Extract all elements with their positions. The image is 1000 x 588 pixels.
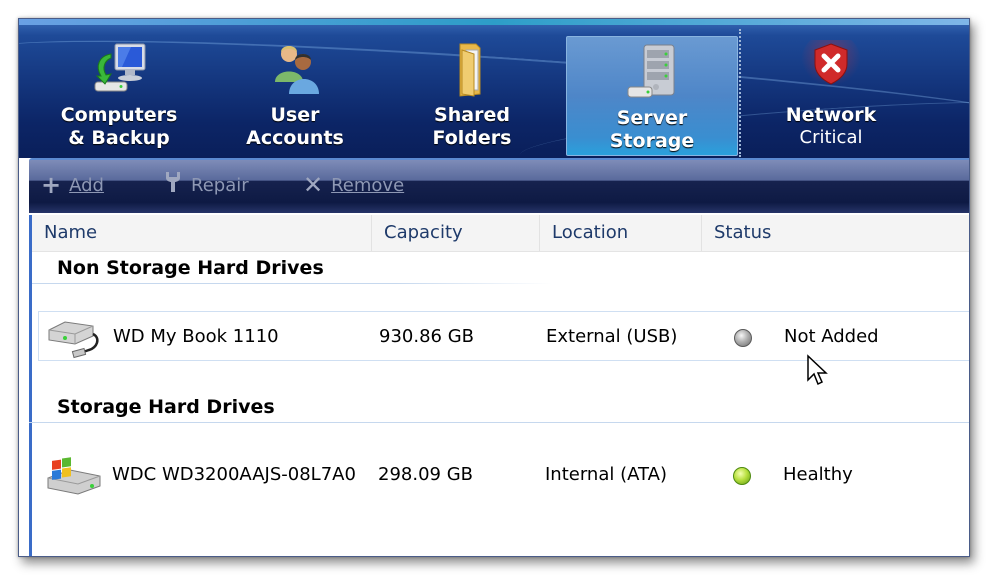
repair-button[interactable]: Repair <box>163 172 249 198</box>
remove-label: Remove <box>331 174 405 196</box>
drive-name: WD My Book 1110 <box>113 326 279 347</box>
plus-icon: + <box>41 171 62 199</box>
windows-internal-drive-icon <box>47 457 101 495</box>
tab-label: Shared <box>434 104 510 126</box>
column-header-location[interactable]: Location <box>540 215 702 251</box>
tab-label: Network <box>785 104 877 126</box>
drive-location: External (USB) <box>546 326 678 347</box>
group-divider <box>29 422 969 423</box>
tab-label: & Backup <box>68 127 170 149</box>
table-row[interactable]: WDC WD3200AAJS-08L7A0 298.09 GB Internal… <box>38 450 969 500</box>
tab-label: Server <box>616 107 688 129</box>
users-icon <box>275 46 319 94</box>
drive-capacity: 298.09 GB <box>378 464 474 485</box>
server-icon <box>627 44 675 98</box>
drive-capacity: 930.86 GB <box>379 326 475 347</box>
drive-location: Internal (ATA) <box>545 464 667 485</box>
status-indicator-icon <box>733 467 751 485</box>
tab-label: Computers <box>60 104 178 126</box>
tab-label: Storage <box>609 130 695 152</box>
nav-separator <box>739 29 741 157</box>
wrench-icon <box>163 171 183 199</box>
tab-label: User <box>270 104 320 126</box>
drive-status: Not Added <box>784 326 879 347</box>
column-header-row: Name Capacity Location Status <box>32 215 969 252</box>
tab-server-storage[interactable]: Server Storage <box>566 36 738 156</box>
status-indicator-icon <box>734 329 752 347</box>
x-icon: ✕ <box>303 171 324 199</box>
group-title: Non Storage Hard Drives <box>57 257 324 279</box>
shield-error-icon <box>801 40 861 92</box>
drive-name: WDC WD3200AAJS-08L7A0 <box>112 464 356 485</box>
drive-list: Name Capacity Location Status Non Storag… <box>29 215 969 556</box>
network-status-text: Critical <box>799 127 863 148</box>
column-header-name[interactable]: Name <box>32 215 372 251</box>
tab-shared-folders[interactable]: Shared Folders <box>387 34 557 156</box>
remove-button[interactable]: ✕ Remove <box>303 171 405 199</box>
column-header-status[interactable]: Status <box>702 215 969 251</box>
tab-label: Folders <box>432 127 512 149</box>
tab-user-accounts[interactable]: User Accounts <box>210 34 380 156</box>
table-row[interactable]: WD My Book 1110 930.86 GB External (USB)… <box>38 311 969 361</box>
computer-backup-icon <box>94 43 146 92</box>
toolbar: + Add Repair ✕ Remove <box>29 158 969 213</box>
group-header: Storage Hard Drives <box>29 396 969 423</box>
folder-icon <box>459 43 481 97</box>
drive-status: Healthy <box>783 464 853 485</box>
mouse-cursor-icon <box>807 354 828 386</box>
group-divider <box>32 283 552 284</box>
tab-computers-backup[interactable]: Computers & Backup <box>34 34 204 156</box>
group-header: Non Storage Hard Drives <box>32 257 969 284</box>
column-header-capacity[interactable]: Capacity <box>372 215 540 251</box>
repair-label: Repair <box>191 174 249 196</box>
server-storage-window: Computers & Backup User Accounts Shared … <box>18 18 970 557</box>
tab-network[interactable]: Network Critical <box>746 34 916 156</box>
group-title: Storage Hard Drives <box>57 396 275 418</box>
main-nav-bar: Computers & Backup User Accounts Shared … <box>19 19 969 158</box>
add-button[interactable]: + Add <box>41 171 104 199</box>
external-usb-drive-icon <box>48 321 99 359</box>
add-label: Add <box>69 174 104 196</box>
tab-label: Accounts <box>246 127 344 149</box>
